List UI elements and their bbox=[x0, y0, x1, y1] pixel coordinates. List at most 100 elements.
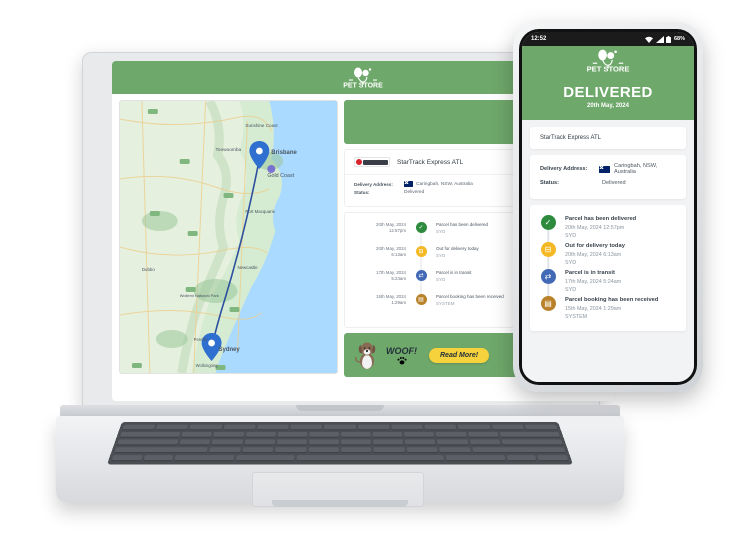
phone-timeline-text: Out for delivery today 20th May, 2024 6:… bbox=[565, 242, 676, 269]
phone-address-text: Caringbah, NSW, Australia bbox=[614, 163, 658, 175]
laptop-timeline-icon-slot: ⇄ bbox=[414, 270, 428, 294]
wifi-icon bbox=[645, 36, 654, 43]
map-label-origin: Brisbane bbox=[271, 150, 297, 156]
phone-timeline-text: Parcel has been delivered 20th May, 2024… bbox=[565, 215, 676, 242]
phone-bezel: 12:52 68% PET STORE DELIVERED 20th May, … bbox=[519, 29, 697, 385]
laptop-address-text: Caringbah, NSW, Australia bbox=[416, 181, 473, 187]
package-icon: ▤ bbox=[540, 296, 556, 311]
phone-timeline-location: SYD bbox=[565, 260, 577, 267]
laptop-keyboard[interactable] bbox=[107, 422, 573, 465]
laptop-timeline-date: 20th May, 2024 6:13am bbox=[376, 246, 406, 258]
dog-illustration-icon bbox=[354, 340, 380, 370]
phone-address-value: Caringbah, NSW, Australia bbox=[599, 163, 676, 175]
phone-timeline: ✓ Parcel has been delivered 20th May, 20… bbox=[530, 205, 686, 331]
phone-timeline-icon-slot: ▤ bbox=[540, 296, 556, 323]
svg-text:Newcastle: Newcastle bbox=[237, 265, 258, 270]
svg-text:Sunshine Coast: Sunshine Coast bbox=[245, 123, 278, 128]
phone-timeline-icon-slot: ✓ bbox=[540, 215, 556, 244]
phone-timeline-text: Parcel is in transit 17th May, 2024 5:24… bbox=[565, 269, 676, 296]
list-item: ⇄ Parcel is in transit 17th May, 2024 5:… bbox=[540, 269, 676, 298]
phone-timeline-icon-slot: ⇄ bbox=[540, 269, 556, 298]
phone-status-title: DELIVERED bbox=[563, 84, 653, 101]
svg-text:Dubbo: Dubbo bbox=[142, 267, 155, 272]
phone-status-bar: 12:52 68% bbox=[522, 32, 694, 46]
phone-detail-row: Delivery Address: Caringbah, NSW, Austra… bbox=[540, 163, 676, 175]
phone-timeline-location: SYD bbox=[565, 233, 577, 240]
delivery-map[interactable]: Brisbane Gold Coast Sunshine Coast Toowo… bbox=[119, 100, 338, 374]
phone-timeline-title: Out for delivery today bbox=[565, 243, 625, 249]
phone-battery-percent: 68% bbox=[673, 36, 685, 42]
phone-screen: 12:52 68% PET STORE DELIVERED 20th May, … bbox=[522, 32, 694, 382]
phone-details-card: Delivery Address: Caringbah, NSW, Austra… bbox=[530, 155, 686, 199]
transfer-icon: ⇄ bbox=[415, 270, 427, 281]
laptop-address-label: Delivery Address: bbox=[354, 181, 393, 187]
phone-timeline-text: Parcel booking has been received 15th Ma… bbox=[565, 296, 676, 323]
phone-detail-row: Status: Delivered bbox=[540, 180, 676, 186]
laptop-status-label: Status: bbox=[354, 190, 370, 195]
read-more-button[interactable]: Read More! bbox=[429, 347, 490, 363]
transfer-icon: ⇄ bbox=[540, 269, 556, 284]
phone-clock: 12:52 bbox=[531, 36, 547, 42]
phone-timeline-location: SYD bbox=[565, 287, 577, 294]
signal-icon bbox=[655, 35, 664, 43]
australia-flag-icon bbox=[404, 181, 413, 187]
phone-timeline-meta: 20th May, 2024 12:57pm bbox=[565, 224, 625, 231]
phone-status-label: Status: bbox=[540, 180, 559, 186]
laptop-status-value: Delivered bbox=[404, 190, 425, 195]
laptop-address-value: Caringbah, NSW, Australia bbox=[404, 181, 473, 187]
laptop-timeline-icon-slot: ⊟ bbox=[414, 246, 428, 270]
map-column: Brisbane Gold Coast Sunshine Coast Toowo… bbox=[112, 94, 340, 401]
list-item: ▤ Parcel booking has been received 15th … bbox=[540, 296, 676, 323]
battery-icon bbox=[666, 35, 672, 43]
check-icon: ✓ bbox=[540, 215, 556, 230]
check-icon: ✓ bbox=[415, 222, 427, 233]
woof-text: WOOF! bbox=[386, 345, 417, 356]
phone-status-hero: DELIVERED 20th May, 2024 bbox=[522, 76, 694, 120]
phone-timeline-meta: 17th May, 2024 5:24am bbox=[565, 278, 622, 285]
svg-text:Penrith: Penrith bbox=[194, 337, 208, 342]
phone-status-date: 20th May, 2024 bbox=[587, 103, 629, 109]
laptop-timeline-icon-slot: ✓ bbox=[414, 222, 428, 246]
phone-status-icons: 68% bbox=[645, 35, 685, 43]
paw-print-icon bbox=[397, 356, 407, 365]
phone-logo-text: PET STORE bbox=[587, 64, 630, 73]
phone-timeline-location: SYSTEM bbox=[565, 314, 588, 321]
laptop-carrier-name: StarTrack Express ATL bbox=[397, 158, 464, 166]
scene: PET STORE Brisbane Gold Coast Sunshine C… bbox=[0, 0, 730, 543]
svg-text:Port Macquarie: Port Macquarie bbox=[245, 209, 275, 214]
phone-mockup: 12:52 68% PET STORE DELIVERED 20th May, … bbox=[513, 22, 703, 392]
svg-text:Wollemi National Park: Wollemi National Park bbox=[180, 293, 219, 298]
phone-timeline-meta: 15th May, 2024 1:29am bbox=[565, 305, 622, 312]
svg-text:Wollongong: Wollongong bbox=[196, 363, 219, 368]
laptop-timeline-date: 20th May, 2024 12:57pm bbox=[376, 222, 406, 234]
startrack-logo-icon bbox=[354, 157, 390, 167]
laptop-deck bbox=[56, 416, 624, 507]
truck-icon: ⊟ bbox=[540, 242, 556, 257]
phone-timeline-meta: 20th May, 2024 6:13am bbox=[565, 251, 622, 258]
svg-text:Gold Coast: Gold Coast bbox=[267, 173, 294, 179]
svg-text:Toowoomba: Toowoomba bbox=[216, 147, 242, 153]
laptop-timeline-date: 15th May, 2024 1:29am bbox=[376, 294, 406, 306]
laptop-timeline-date: 17th May, 2024 5:24am bbox=[376, 270, 406, 282]
laptop-base bbox=[56, 405, 624, 513]
australia-flag-icon bbox=[599, 165, 611, 173]
map-label-destination: Sydney bbox=[219, 347, 241, 353]
list-item: ✓ Parcel has been delivered 20th May, 20… bbox=[540, 215, 676, 244]
phone-site-header: PET STORE bbox=[522, 46, 694, 76]
list-item: ⊟ Out for delivery today 20th May, 2024 … bbox=[540, 242, 676, 271]
package-icon: ▤ bbox=[415, 294, 427, 305]
laptop-foot bbox=[272, 500, 408, 507]
laptop-logo-text: PET STORE bbox=[343, 82, 383, 89]
phone-content: StarTrack Express ATL Delivery Address: … bbox=[522, 120, 694, 382]
truck-icon: ⊟ bbox=[415, 246, 427, 257]
phone-address-label: Delivery Address: bbox=[540, 166, 588, 172]
phone-timeline-title: Parcel is in transit bbox=[565, 270, 615, 276]
phone-status-value: Delivered bbox=[602, 180, 626, 186]
cat-paw-logo-icon: PET STORE bbox=[343, 67, 383, 89]
phone-timeline-icon-slot: ⊟ bbox=[540, 242, 556, 271]
phone-carrier-card: StarTrack Express ATL bbox=[530, 127, 686, 149]
laptop-timeline-icon-slot: ▤ bbox=[414, 294, 428, 305]
phone-timeline-title: Parcel booking has been received bbox=[565, 297, 659, 303]
phone-timeline-title: Parcel has been delivered bbox=[565, 216, 637, 222]
cat-paw-logo-icon: PET STORE bbox=[587, 49, 630, 73]
